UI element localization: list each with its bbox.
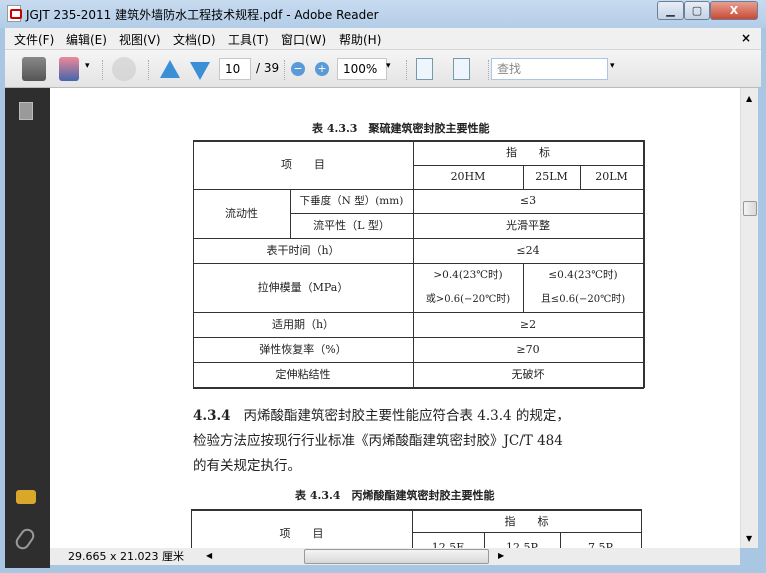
status-bar: 29.665 x 21.023 厘米 (50, 548, 200, 565)
window-title: JGJT 235-2011 建筑外墙防水工程技术规程.pdf - Adobe R… (26, 8, 379, 22)
page-number-input[interactable]: 10 (219, 58, 251, 80)
adhesion-value: 无破坏 (511, 367, 545, 381)
scroll-left-icon[interactable]: ◀ (206, 551, 212, 560)
tackfree-label: 表干时间（h） (266, 243, 340, 257)
vertical-scroll-thumb[interactable] (743, 201, 757, 216)
tackfree-value: ≤24 (516, 243, 540, 257)
menu-view[interactable]: 视图(V) (119, 31, 161, 48)
grade-12-5e: 12.5E (431, 541, 465, 548)
previous-page-icon[interactable] (160, 60, 180, 78)
modulus-lm-1: ≤0.4(23℃时) (548, 268, 618, 281)
modulus-hm-2: 或>0.6(−20℃时) (425, 293, 511, 305)
comments-icon[interactable] (16, 490, 36, 504)
title-bar: JGJT 235-2011 建筑外墙防水工程技术规程.pdf - Adobe R… (0, 0, 766, 28)
search-input[interactable]: 查找 (491, 58, 608, 80)
separator (102, 60, 103, 80)
table-caption: 表 4.3.4 丙烯酸酯建筑密封胶主要性能 (295, 489, 495, 502)
vertical-scrollbar[interactable]: ▲ ▼ (740, 88, 758, 548)
scroll-right-icon[interactable]: ▶ (498, 551, 504, 560)
collaborate-dropdown-icon[interactable]: ▾ (85, 61, 90, 71)
level-label: 流平性（L 型） (313, 218, 390, 232)
grade-20lm: 20LM (595, 170, 628, 184)
paragraph-line-3: 的有关规定执行。 (193, 458, 301, 474)
grade-20hm: 20HM (450, 170, 486, 184)
level-value: 光滑平整 (506, 218, 550, 232)
paragraph-line-1: 4.3.4 丙烯酸酯建筑密封胶主要性能应符合表 4.3.4 的规定， (193, 404, 570, 424)
search-dropdown-icon[interactable]: ▾ (610, 61, 615, 71)
flow-label: 流动性 (225, 206, 258, 220)
pdf-icon (7, 5, 22, 22)
paragraph-line-2: 检验方法应按现行行业标准《丙烯酸酯建筑密封胶》JC/T 484 (193, 433, 563, 449)
pages-icon[interactable] (19, 102, 33, 120)
header-item: 项 目 (281, 158, 325, 172)
next-page-icon[interactable] (190, 62, 210, 80)
separator (148, 60, 149, 80)
grade-12-5p: 12.5P (506, 541, 538, 548)
attachments-icon[interactable] (12, 525, 38, 553)
adhesion-label: 定伸粘结性 (275, 367, 331, 381)
table-caption: 表 4.3.3 聚硫建筑密封胶主要性能 (312, 122, 490, 135)
menu-document[interactable]: 文档(D) (173, 31, 216, 48)
fit-width-icon[interactable] (416, 58, 433, 80)
pot-life-label: 适用期（h） (271, 317, 335, 331)
toolbar: ▾ 10 / 39 − + 100% ▾ 查找 ▾ (5, 50, 761, 88)
sag-value: ≤3 (519, 194, 537, 208)
zoom-dropdown-icon[interactable]: ▾ (386, 61, 391, 71)
separator (488, 60, 489, 80)
close-button[interactable]: X (710, 1, 758, 20)
horizontal-scroll-thumb[interactable] (304, 549, 489, 564)
menu-close-icon[interactable]: × (741, 31, 751, 45)
zoom-input[interactable]: 100% (337, 58, 387, 80)
collaborate-icon[interactable] (59, 57, 79, 81)
clause-number: 4.3.4 (193, 408, 231, 424)
scroll-up-icon[interactable]: ▲ (746, 94, 752, 103)
separator (406, 60, 407, 80)
recovery-label: 弹性恢复率（%） (259, 342, 347, 356)
menu-bar: 文件(F) 编辑(E) 视图(V) 文档(D) 工具(T) 窗口(W) 帮助(H… (5, 28, 761, 50)
modulus-lm-2: 且≤0.6(−20℃时) (540, 293, 626, 305)
fit-page-icon[interactable] (453, 58, 470, 80)
pot-life-value: ≥2 (519, 317, 537, 331)
grade-7-5p: 7.5P (588, 541, 613, 548)
page-total: / 39 (256, 61, 280, 75)
network-icon (112, 57, 136, 81)
horizontal-scrollbar[interactable]: ◀ ▶ (200, 548, 740, 565)
header-index: 指 标 (504, 514, 549, 528)
sag-label: 下垂度（N 型）(mm) (299, 194, 404, 207)
menu-window[interactable]: 窗口(W) (281, 31, 326, 48)
document-view: 表 4.3.3 聚硫建筑密封胶主要性能 项 目 指 标 20HM 25LM 20… (50, 88, 740, 548)
header-item: 项 目 (279, 527, 324, 541)
zoom-in-icon[interactable]: + (315, 62, 329, 76)
header-index: 指 标 (506, 146, 550, 160)
print-icon[interactable] (22, 57, 46, 81)
menu-tools[interactable]: 工具(T) (228, 31, 269, 48)
modulus-hm-1: >0.4(23℃时) (433, 268, 503, 281)
zoom-out-icon[interactable]: − (291, 62, 305, 76)
restore-button[interactable]: ▢ (684, 1, 710, 20)
grade-25lm: 25LM (535, 170, 568, 184)
navigation-panel (5, 88, 50, 568)
minimize-button[interactable]: ▁ (657, 1, 684, 20)
menu-help[interactable]: 帮助(H) (339, 31, 381, 48)
paragraph-text: 丙烯酸酯建筑密封胶主要性能应符合表 4.3.4 的规定， (243, 408, 570, 424)
separator (284, 60, 285, 80)
modulus-label: 拉伸模量（MPa） (257, 280, 349, 294)
menu-edit[interactable]: 编辑(E) (66, 31, 107, 48)
menu-file[interactable]: 文件(F) (14, 31, 54, 48)
recovery-value: ≥70 (516, 342, 540, 356)
scroll-down-icon[interactable]: ▼ (746, 534, 752, 543)
